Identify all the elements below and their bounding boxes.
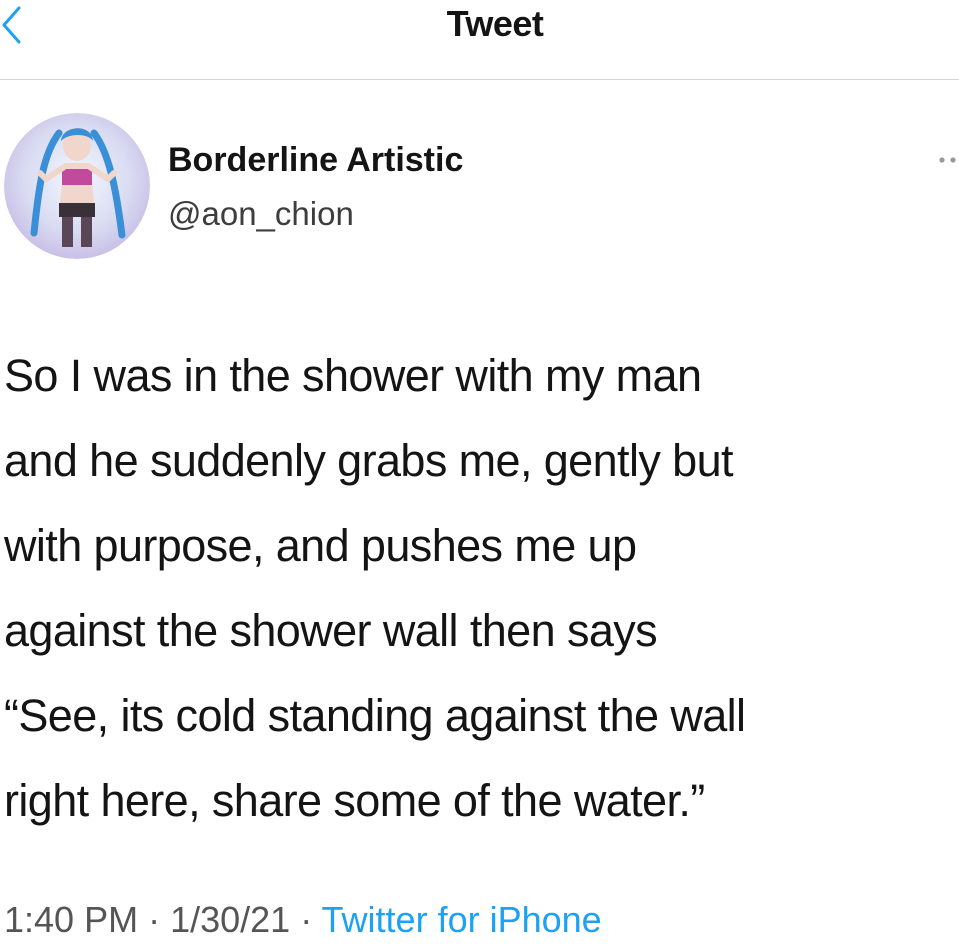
tweet-text-line: “See, its cold standing against the wall: [4, 690, 746, 741]
tweet-text-line: So I was in the shower with my man: [4, 350, 702, 401]
avatar[interactable]: [4, 113, 150, 259]
page-title: Tweet: [446, 3, 544, 44]
meta-separator: ·: [138, 899, 171, 940]
tweet-time: 1:40 PM: [4, 899, 139, 940]
more-dots-icon: [939, 157, 956, 163]
author-display-name[interactable]: Borderline Artistic: [168, 140, 463, 180]
author-handle[interactable]: @aon_chion: [168, 194, 354, 234]
tweet-text-line: and he suddenly grabs me, gently but: [4, 435, 734, 486]
tweet-text-line: right here, share some of the water.”: [4, 775, 705, 826]
tweet-text-line: with purpose, and pushes me up: [4, 520, 637, 571]
meta-separator: ·: [290, 899, 322, 940]
tweet-source-link[interactable]: Twitter for iPhone: [322, 899, 602, 940]
tweet-date: 1/30/21: [170, 899, 291, 940]
tweet-text: So I was in the shower with my man and h…: [4, 333, 959, 843]
tweet-text-line: against the shower wall then says: [4, 605, 658, 656]
more-options-button[interactable]: [932, 148, 959, 170]
tweet-metadata: 1:40 PM · 1/30/21 · Twitter for iPhone: [4, 898, 602, 942]
top-nav-bar: Tweet: [0, 0, 959, 80]
